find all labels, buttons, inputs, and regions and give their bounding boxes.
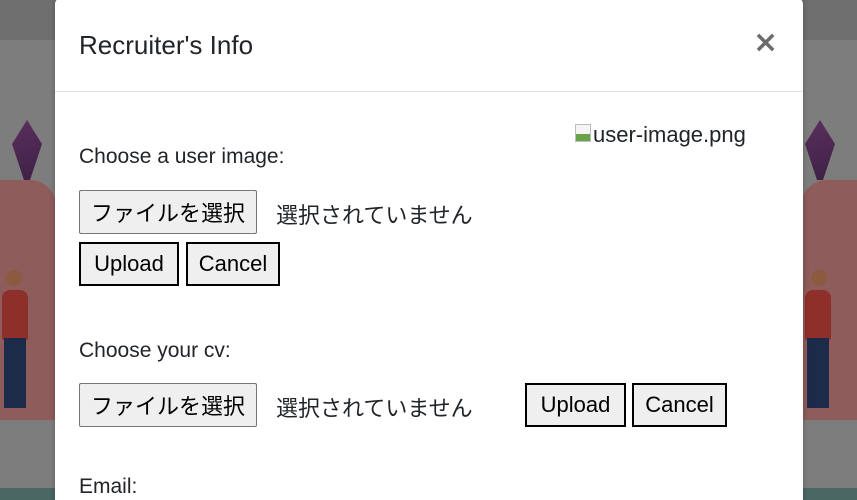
user-image-upload-button[interactable]: Upload bbox=[79, 242, 179, 286]
leaf-decoration bbox=[12, 120, 42, 180]
cv-label: Choose your cv: bbox=[79, 339, 231, 362]
person-figure-head bbox=[6, 270, 22, 286]
person-figure-legs bbox=[4, 338, 26, 408]
person-figure-head bbox=[811, 270, 827, 286]
user-image-file-status: 選択されていません bbox=[276, 204, 473, 229]
cv-upload-button[interactable]: Upload bbox=[525, 383, 626, 427]
person-figure-legs bbox=[807, 338, 829, 408]
illustration-right bbox=[797, 110, 857, 430]
user-image-file-button[interactable]: ファイルを選択 bbox=[79, 190, 258, 234]
user-image-alt-text: user-image.png bbox=[593, 122, 746, 147]
cv-file-status: 選択されていません bbox=[276, 397, 473, 422]
leaf-decoration bbox=[805, 120, 835, 180]
modal-title: Recruiter's Info bbox=[79, 30, 254, 60]
user-image-cancel-button[interactable]: Cancel bbox=[186, 242, 280, 286]
cv-cancel-button[interactable]: Cancel bbox=[632, 383, 727, 427]
illustration-left bbox=[0, 110, 60, 430]
user-image-preview: user-image.png bbox=[575, 122, 746, 148]
modal-header: Recruiter's Info × bbox=[55, 0, 803, 92]
close-button[interactable]: × bbox=[753, 28, 778, 58]
person-figure-body bbox=[2, 290, 28, 340]
user-image-label: Choose a user image: bbox=[79, 145, 285, 168]
recruiter-info-modal: Recruiter's Info × user-image.png Choose… bbox=[55, 0, 803, 500]
cv-file-button[interactable]: ファイルを選択 bbox=[79, 383, 258, 427]
email-label: Email: bbox=[79, 475, 138, 498]
broken-image-icon bbox=[575, 124, 591, 142]
person-figure-body bbox=[805, 290, 831, 340]
